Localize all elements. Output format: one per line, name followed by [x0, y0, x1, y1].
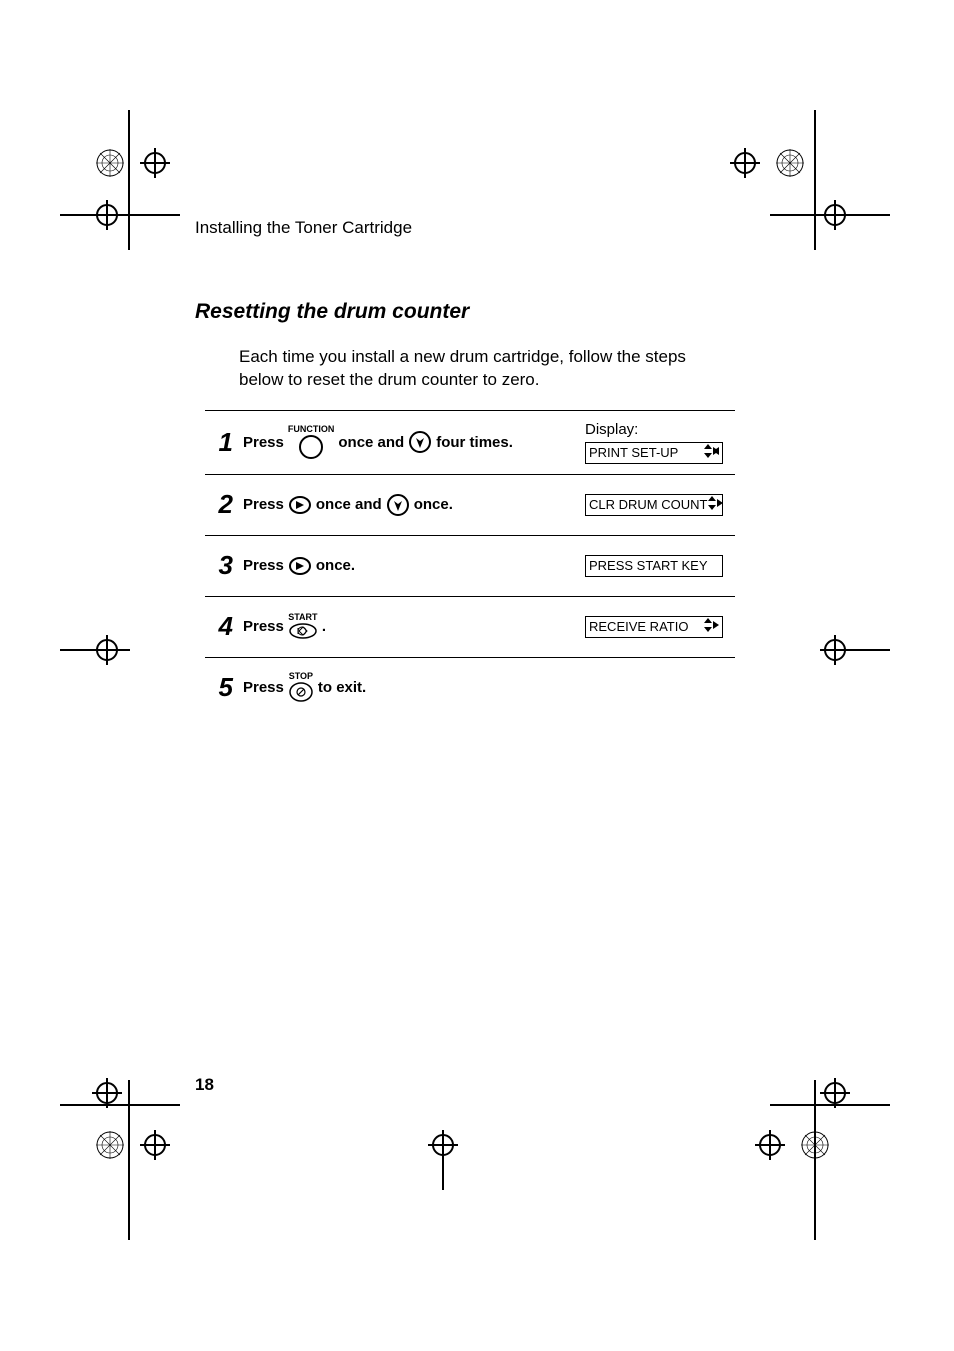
- page-number: 18: [195, 1075, 214, 1095]
- crop-mark-bot-vline: [438, 1130, 448, 1190]
- step-instruction: Press once.: [243, 556, 575, 576]
- lcd-text: PRESS START KEY: [589, 558, 708, 573]
- display-label: Display:: [585, 421, 638, 438]
- lcd-text: RECEIVE RATIO: [589, 619, 688, 634]
- step-number: 4: [205, 611, 233, 642]
- text: Press: [243, 434, 284, 451]
- registration-rosette-icon: [95, 1130, 125, 1160]
- step-instruction: Press STOP to exit.: [243, 672, 575, 703]
- text: Press: [243, 496, 284, 513]
- step-number: 3: [205, 550, 233, 581]
- text: Press: [243, 557, 284, 574]
- text: Press: [243, 679, 284, 696]
- lcd-display: PRINT SET-UP: [585, 442, 723, 464]
- function-key-label: FUNCTION: [288, 425, 335, 434]
- text: once.: [414, 496, 453, 513]
- down-arrow-key-icon: [408, 430, 432, 454]
- step-row-1: 1 Press FUNCTION once and four times. Di…: [205, 411, 735, 475]
- down-arrow-key-icon: [386, 493, 410, 517]
- text: once.: [316, 557, 355, 574]
- step-row-2: 2 Press once and once. CLR DRUM COUNT: [205, 475, 735, 536]
- start-key-label: START: [288, 613, 317, 622]
- scroll-arrows-icon: [703, 618, 719, 635]
- intro-paragraph: Each time you install a new drum cartrid…: [239, 346, 724, 392]
- registration-target-icon: [820, 1078, 850, 1108]
- lcd-display: RECEIVE RATIO: [585, 616, 723, 638]
- start-key-icon: START: [288, 613, 318, 640]
- registration-target-icon: [755, 1130, 785, 1160]
- text: to exit.: [318, 679, 366, 696]
- scroll-arrows-icon: [707, 496, 723, 513]
- step-number: 1: [205, 427, 233, 458]
- lcd-display: CLR DRUM COUNT: [585, 494, 723, 516]
- step-instruction: Press once and once.: [243, 493, 575, 517]
- lcd-text: CLR DRUM COUNT: [589, 497, 707, 512]
- right-arrow-key-icon: [288, 495, 312, 515]
- step-row-5: 5 Press STOP to exit.: [205, 658, 735, 718]
- section-title: Resetting the drum counter: [195, 300, 835, 324]
- steps-table: 1 Press FUNCTION once and four times. Di…: [205, 410, 735, 718]
- function-key-icon: FUNCTION: [288, 425, 335, 460]
- lcd-text: PRINT SET-UP: [589, 445, 678, 460]
- registration-target-icon: [140, 148, 170, 178]
- step-instruction: Press FUNCTION once and four times.: [243, 425, 575, 460]
- registration-target-icon: [92, 635, 122, 665]
- registration-rosette-icon: [800, 1130, 830, 1160]
- step-instruction: Press START .: [243, 613, 575, 640]
- registration-target-icon: [730, 148, 760, 178]
- text: once and: [316, 496, 382, 513]
- registration-target-icon: [92, 1078, 122, 1108]
- lcd-display: PRESS START KEY: [585, 555, 723, 577]
- text: four times.: [436, 434, 513, 451]
- stop-key-icon: STOP: [288, 672, 314, 703]
- registration-rosette-icon: [775, 148, 805, 178]
- text: .: [322, 618, 326, 635]
- registration-target-icon: [92, 200, 122, 230]
- registration-target-icon: [140, 1130, 170, 1160]
- registration-rosette-icon: [95, 148, 125, 178]
- stop-key-label: STOP: [289, 672, 313, 681]
- step-row-4: 4 Press START . RECEIVE RATIO: [205, 597, 735, 658]
- text: once and: [338, 434, 404, 451]
- step-number: 2: [205, 489, 233, 520]
- right-arrow-key-icon: [288, 556, 312, 576]
- scroll-arrows-icon: [703, 444, 719, 461]
- running-header: Installing the Toner Cartridge: [195, 218, 835, 238]
- step-row-3: 3 Press once. PRESS START KEY: [205, 536, 735, 597]
- text: Press: [243, 618, 284, 635]
- step-number: 5: [205, 672, 233, 703]
